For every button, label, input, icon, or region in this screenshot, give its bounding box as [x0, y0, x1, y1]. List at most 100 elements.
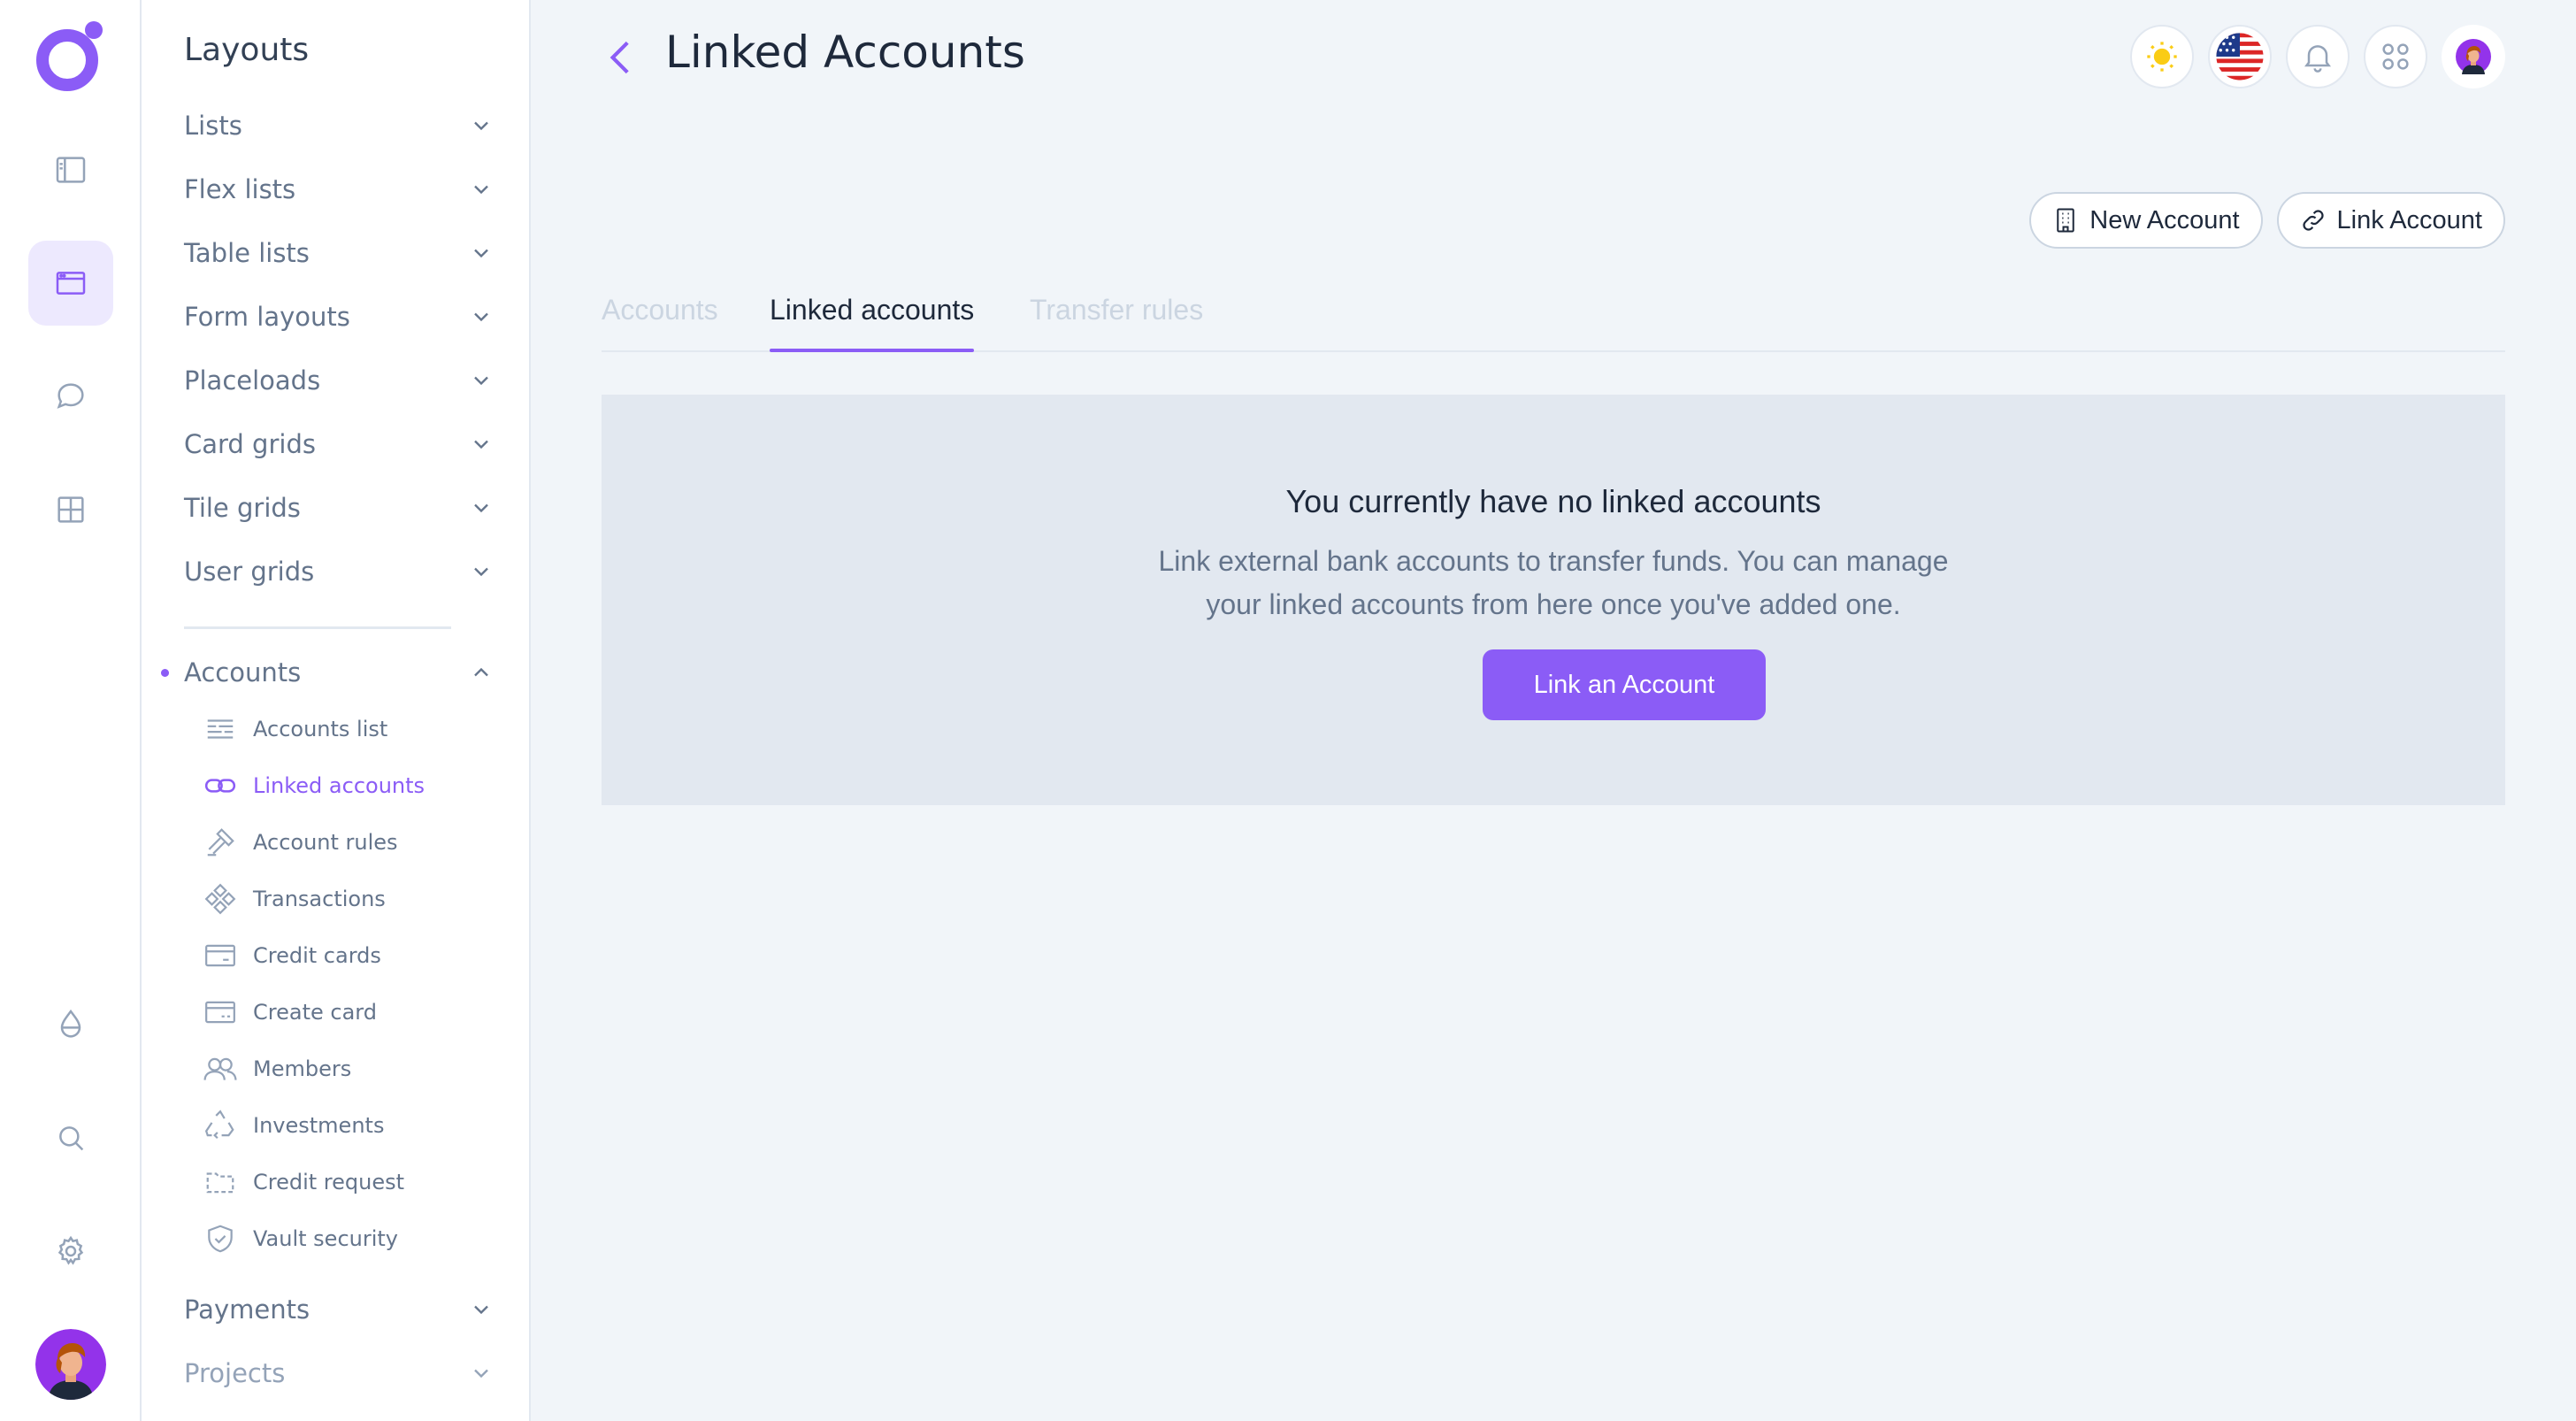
sidebar-item-payments[interactable]: Payments	[184, 1287, 494, 1332]
chevron-down-icon	[474, 185, 488, 195]
sidebar-subitem-label: Create card	[253, 1000, 377, 1025]
tab-transfer-rules[interactable]: Transfer rules	[1030, 294, 1203, 350]
sidebar-subitem-label: Vault security	[253, 1226, 399, 1251]
tab-accounts[interactable]: Accounts	[602, 294, 718, 350]
sidebar-item-form-layouts[interactable]: Form layouts	[184, 295, 494, 339]
chevron-down-icon	[474, 503, 488, 513]
theme-nav-button[interactable]	[28, 982, 113, 1067]
transactions-icon	[203, 882, 237, 916]
sidebar-subitem-account-rules[interactable]: Account rules	[203, 823, 398, 862]
chevron-down-icon	[474, 312, 488, 322]
sidebar-item-placeloads[interactable]: Placeloads	[184, 358, 494, 403]
chevron-down-icon	[474, 249, 488, 258]
sidebar-subitem-accounts-list[interactable]: Accounts list	[203, 710, 387, 749]
chain-link-icon	[2302, 210, 2324, 231]
main-content: Linked Accounts New Account Link Account…	[531, 0, 2576, 1421]
layouts-nav-button[interactable]	[28, 241, 113, 326]
new-account-button[interactable]: New Account	[2029, 192, 2263, 249]
layout-icon	[56, 272, 86, 295]
link-an-account-button[interactable]: Link an Account	[1483, 649, 1766, 720]
sun-icon	[2147, 42, 2177, 72]
tab-label: Linked accounts	[770, 294, 975, 326]
us-flag-icon	[2216, 33, 2264, 81]
sidebar-subitem-label: Accounts list	[253, 717, 388, 741]
sidebar-item-label: Accounts	[184, 657, 302, 687]
search-icon	[59, 1126, 84, 1151]
sidebar-subitem-label: Account rules	[253, 830, 398, 855]
sidebar-item-lists[interactable]: Lists	[184, 104, 494, 148]
apps-button[interactable]	[2364, 25, 2427, 88]
sidebar-subitem-transactions[interactable]: Transactions	[203, 879, 386, 918]
sidebar-item-user-grids[interactable]: User grids	[184, 549, 494, 594]
chevron-up-icon	[474, 667, 488, 677]
sidebar-item-label: Lists	[184, 111, 242, 141]
sidebar-item-label: Payments	[184, 1294, 310, 1325]
widgets-nav-button[interactable]	[28, 467, 113, 552]
sidebar-subitem-label: Members	[253, 1056, 352, 1081]
sidebar-subitem-label: Transactions	[253, 887, 386, 911]
link-icon	[203, 769, 237, 803]
sidebar-subitem-members[interactable]: Members	[203, 1049, 351, 1088]
sidebar-subitem-credit-request[interactable]: Credit request	[203, 1163, 404, 1202]
sidebar-subitem-label: Credit cards	[253, 943, 381, 968]
sidebar-subitem-credit-cards[interactable]: Credit cards	[203, 936, 381, 975]
sidebar-divider	[184, 626, 451, 629]
credit-card-icon	[203, 939, 237, 972]
gavel-icon	[203, 826, 237, 859]
theme-toggle-button[interactable]	[2130, 25, 2194, 88]
notifications-button[interactable]	[2286, 25, 2350, 88]
chevron-down-icon	[474, 440, 488, 449]
icon-rail	[0, 0, 142, 1421]
sidebar-item-flex-lists[interactable]: Flex lists	[184, 167, 494, 211]
language-button[interactable]	[2208, 25, 2272, 88]
sidebar-subitem-label: Linked accounts	[253, 773, 426, 798]
settings-nav-button[interactable]	[28, 1209, 113, 1294]
building-icon	[2057, 208, 2075, 233]
search-nav-button[interactable]	[28, 1095, 113, 1180]
create-card-icon	[203, 995, 237, 1029]
link-account-button[interactable]: Link Account	[2276, 192, 2505, 249]
messages-nav-button[interactable]	[28, 354, 113, 439]
page-title: Linked Accounts	[665, 27, 1025, 78]
sidebar-subitem-linked-accounts[interactable]: Linked accounts	[203, 766, 425, 805]
grid-icon	[58, 496, 84, 523]
shield-icon	[203, 1222, 237, 1256]
sidebar-subitem-vault-security[interactable]: Vault security	[203, 1219, 398, 1258]
sidebar-item-label: Tile grids	[184, 493, 301, 523]
sidebar-subitem-create-card[interactable]: Create card	[203, 993, 377, 1032]
sidebar-subitem-investments[interactable]: Investments	[203, 1106, 384, 1145]
app-logo[interactable]	[35, 19, 106, 96]
sidebar-item-accounts[interactable]: Accounts	[184, 650, 494, 695]
tab-linked-accounts[interactable]: Linked accounts	[770, 294, 975, 352]
folder-icon	[203, 1165, 237, 1199]
empty-state-title: You currently have no linked accounts	[1285, 483, 1821, 519]
tab-bar: Accounts Linked accounts Transfer rules	[602, 287, 2505, 352]
link-account-label: Link Account	[2336, 205, 2482, 234]
sidebar-subitem-label: Credit request	[253, 1170, 405, 1194]
empty-state-panel: You currently have no linked accounts Li…	[602, 395, 2505, 805]
sidebar-item-projects[interactable]: Projects	[184, 1351, 494, 1395]
recycle-icon	[203, 1109, 237, 1142]
profile-avatar-button[interactable]	[2442, 25, 2505, 88]
apps-grid-icon	[2382, 43, 2409, 70]
chevron-down-icon	[474, 121, 488, 131]
bell-icon	[2304, 45, 2331, 73]
sidebar-item-label: User grids	[184, 557, 315, 587]
chevron-down-icon	[474, 376, 488, 386]
sidebar: Layouts Lists Flex lists Table lists For…	[142, 0, 531, 1421]
avatar-image	[35, 1329, 106, 1400]
chat-icon	[57, 383, 84, 409]
page-actions: New Account Link Account	[2029, 192, 2505, 249]
gear-icon	[58, 1235, 84, 1265]
sidebar-item-label: Flex lists	[184, 174, 296, 204]
back-arrow-icon[interactable]	[600, 35, 644, 80]
active-section-dot	[161, 669, 169, 677]
sidebar-item-card-grids[interactable]: Card grids	[184, 422, 494, 466]
user-avatar[interactable]	[35, 1329, 106, 1400]
list-icon	[203, 712, 237, 746]
sidebar-item-table-lists[interactable]: Table lists	[184, 231, 494, 275]
sidebar-item-tile-grids[interactable]: Tile grids	[184, 486, 494, 530]
sidebar-toggle-button[interactable]	[28, 127, 113, 212]
sidebar-item-label: Placeloads	[184, 365, 321, 396]
sidebar-subitem-label: Investments	[253, 1113, 385, 1138]
